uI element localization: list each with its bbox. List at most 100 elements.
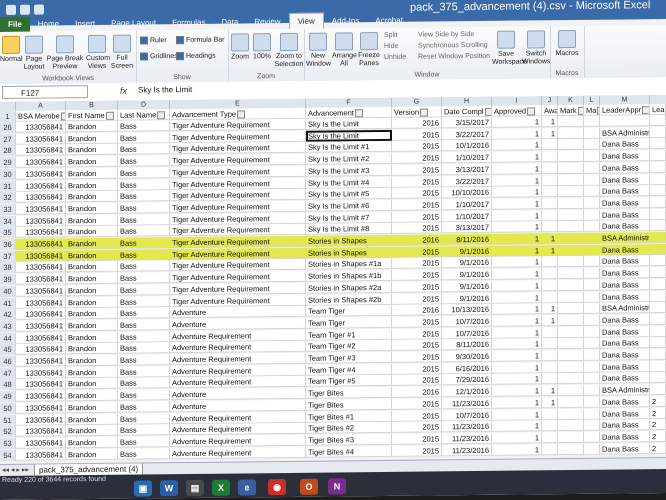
- table-cell-mark[interactable]: [558, 209, 584, 221]
- table-cell-adv[interactable]: Sky Is the Limit #8: [306, 223, 392, 236]
- table-cell-last[interactable]: Bass: [118, 401, 170, 413]
- table-cell-adv[interactable]: Sky Is the Limit #1: [306, 141, 392, 154]
- table-cell-awa[interactable]: 1: [542, 244, 558, 257]
- table-cell-type[interactable]: Tiger Adventure Requirement: [170, 200, 306, 214]
- table-cell-type[interactable]: Adventure: [170, 387, 306, 401]
- table-cell-ma[interactable]: [584, 279, 600, 291]
- table-cell-mark[interactable]: [558, 115, 584, 128]
- table-cell-lea[interactable]: [650, 208, 666, 220]
- table-cell-date[interactable]: 1/10/2017: [442, 198, 492, 211]
- table-cell-last[interactable]: Bass: [118, 342, 170, 355]
- table-cell-ver[interactable]: 2015: [392, 175, 442, 188]
- table-cell-leader[interactable]: Dana Bass: [600, 138, 650, 151]
- table-cell-ma[interactable]: [584, 314, 600, 326]
- table-cell-ma[interactable]: [584, 373, 600, 385]
- row-number[interactable]: 36: [0, 238, 16, 250]
- table-cell-awa[interactable]: [542, 268, 558, 280]
- table-cell-last[interactable]: Bass: [118, 213, 170, 226]
- table-cell-last[interactable]: Bass: [118, 155, 170, 167]
- table-cell-last[interactable]: Bass: [118, 167, 170, 179]
- table-cell-awa[interactable]: [542, 279, 558, 292]
- table-cell-awa[interactable]: [542, 256, 558, 268]
- select-all-corner[interactable]: [0, 101, 16, 111]
- table-cell-lea[interactable]: 2: [650, 442, 666, 454]
- table-cell-id[interactable]: 133056841: [16, 413, 66, 426]
- table-cell-id[interactable]: 133056841: [16, 249, 66, 262]
- table-cell-type[interactable]: Tiger Adventure Requirement: [170, 270, 306, 284]
- row-number[interactable]: 39: [0, 273, 16, 286]
- table-cell-ver[interactable]: 2015: [392, 444, 442, 457]
- table-cell-date[interactable]: 6/16/2016: [442, 362, 492, 375]
- table-cell-awa[interactable]: [542, 139, 558, 151]
- table-cell-first[interactable]: Brandon: [66, 366, 118, 378]
- table-cell-adv[interactable]: Team Tiger: [306, 316, 392, 329]
- tab-view[interactable]: View: [288, 12, 324, 29]
- table-cell-mark[interactable]: [558, 221, 584, 233]
- table-cell-adv[interactable]: Team Tiger #3: [306, 351, 392, 364]
- table-cell-adv[interactable]: Stories in Shapes #2b: [306, 293, 392, 306]
- table-cell-lea[interactable]: [650, 349, 666, 361]
- table-cell-leader[interactable]: BSA Administrator: [600, 302, 650, 314]
- table-cell-leader[interactable]: Dana Bass: [600, 161, 650, 174]
- table-cell-last[interactable]: Bass: [118, 295, 170, 308]
- table-cell-ma[interactable]: [584, 185, 600, 198]
- header-cell[interactable]: Last Name: [118, 109, 170, 121]
- table-cell-ma[interactable]: [584, 431, 600, 443]
- row-number[interactable]: 44: [0, 332, 16, 344]
- table-cell-last[interactable]: Bass: [118, 143, 170, 156]
- table-cell-lea[interactable]: [650, 384, 666, 396]
- table-cell-awa[interactable]: [542, 432, 558, 444]
- table-cell-ma[interactable]: [584, 209, 600, 221]
- table-cell-date[interactable]: 12/1/2016: [442, 385, 492, 398]
- row-number[interactable]: 29: [0, 156, 16, 169]
- table-cell-type[interactable]: Tiger Adventure Requirement: [170, 177, 306, 190]
- table-cell-leader[interactable]: Dana Bass: [600, 197, 650, 209]
- table-cell-lea[interactable]: [650, 185, 666, 197]
- table-cell-lea[interactable]: [650, 313, 666, 326]
- table-cell-type[interactable]: Adventure Requirement: [170, 341, 306, 354]
- table-cell-ver[interactable]: 2015: [392, 210, 442, 223]
- row-number[interactable]: 47: [0, 367, 16, 379]
- table-cell-appr[interactable]: 1: [492, 209, 542, 222]
- row-number[interactable]: 37: [0, 250, 16, 262]
- table-cell-ma[interactable]: [584, 361, 600, 373]
- table-cell-awa[interactable]: [542, 198, 558, 210]
- table-cell-first[interactable]: Brandon: [66, 424, 118, 437]
- table-cell-type[interactable]: Adventure Requirement: [170, 411, 306, 424]
- table-cell-type[interactable]: Tiger Adventure Requirement: [170, 212, 306, 225]
- table-cell-first[interactable]: Brandon: [66, 237, 118, 250]
- onenote-taskbar-icon[interactable]: N: [328, 478, 346, 495]
- table-cell-last[interactable]: Bass: [118, 260, 170, 273]
- table-cell-last[interactable]: Bass: [118, 131, 170, 144]
- table-cell-awa[interactable]: [542, 221, 558, 233]
- table-cell-mark[interactable]: [558, 267, 584, 280]
- table-cell-awa[interactable]: [542, 420, 558, 432]
- table-cell-ver[interactable]: 2015: [392, 363, 442, 375]
- new-window-button[interactable]: New Window: [306, 32, 331, 69]
- table-cell-id[interactable]: 133056841: [16, 132, 66, 145]
- table-cell-date[interactable]: 9/1/2016: [442, 292, 492, 304]
- table-cell-ma[interactable]: [584, 232, 600, 244]
- table-cell-ma[interactable]: [584, 127, 600, 139]
- zoom-100-button[interactable]: 100%: [252, 33, 272, 61]
- header-cell[interactable]: Version: [392, 106, 442, 118]
- table-cell-ma[interactable]: [584, 150, 600, 162]
- table-cell-date[interactable]: 3/22/2017: [442, 175, 492, 187]
- table-cell-lea[interactable]: [650, 337, 666, 349]
- table-cell-mark[interactable]: [558, 314, 584, 327]
- table-cell-type[interactable]: Tiger Adventure Requirement: [170, 294, 306, 307]
- word-taskbar-icon[interactable]: W: [160, 480, 178, 497]
- table-cell-mark[interactable]: [558, 361, 584, 373]
- table-cell-adv[interactable]: Team Tiger: [306, 305, 392, 317]
- table-cell-id[interactable]: 133056841: [16, 121, 66, 133]
- table-cell-awa[interactable]: [542, 151, 558, 163]
- table-cell-leader[interactable]: Dana Bass: [600, 325, 650, 338]
- view-side-by-side-button[interactable]: View Side by Side: [418, 31, 474, 39]
- table-cell-appr[interactable]: 1: [492, 326, 542, 339]
- table-cell-last[interactable]: Bass: [118, 272, 170, 284]
- table-cell-mark[interactable]: [558, 139, 584, 151]
- table-cell-mark[interactable]: [558, 349, 584, 362]
- table-cell-awa[interactable]: [542, 174, 558, 186]
- macros-button[interactable]: Macros: [554, 29, 580, 58]
- table-cell-ver[interactable]: 2015: [392, 129, 442, 141]
